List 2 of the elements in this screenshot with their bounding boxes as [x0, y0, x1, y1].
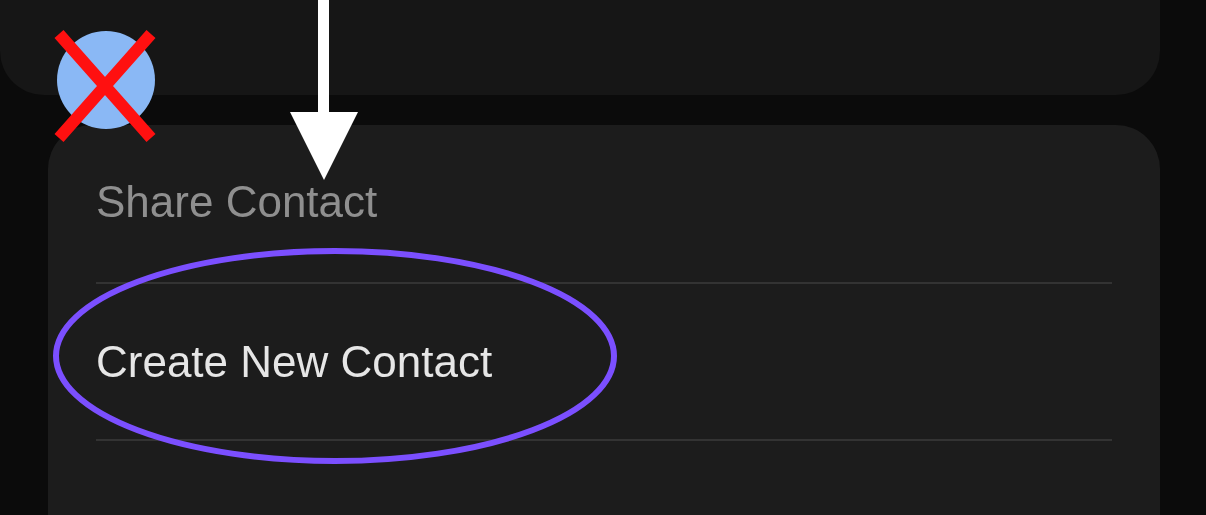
menu-item[interactable]: Share Contact	[96, 180, 378, 224]
menu-item[interactable]: Create New Contact	[96, 339, 493, 384]
